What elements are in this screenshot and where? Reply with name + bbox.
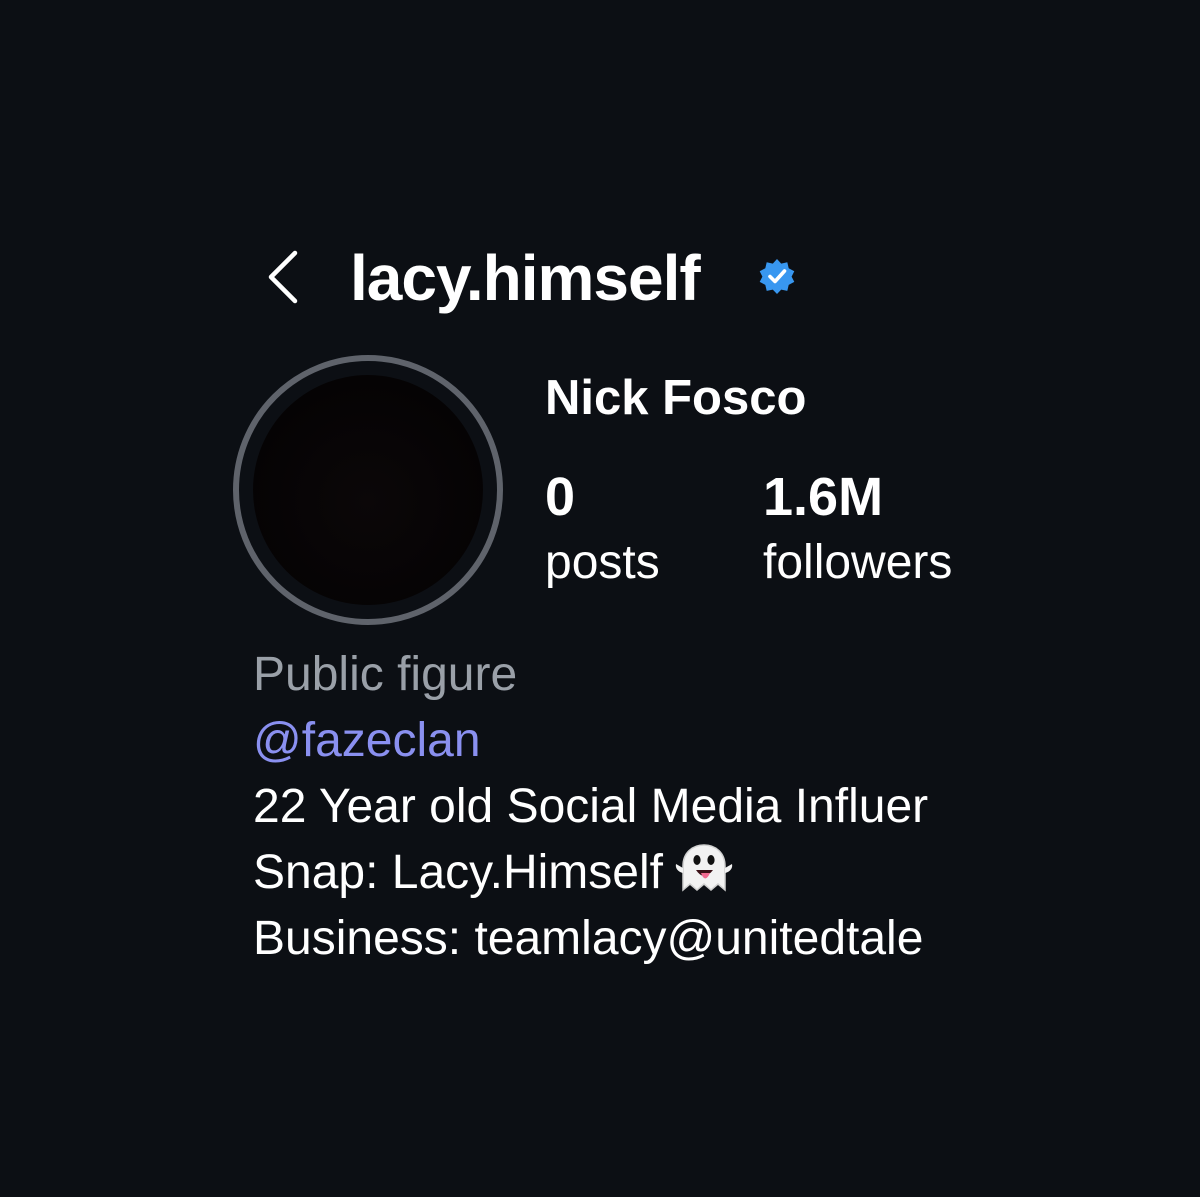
avatar[interactable] <box>233 355 503 625</box>
back-button[interactable] <box>262 248 306 306</box>
followers-count: 1.6M <box>763 467 884 527</box>
chevron-left-icon <box>268 250 298 304</box>
profile-screen: lacy.himself Nick Fosco 0 posts 1.6M fol… <box>0 0 1200 1197</box>
profile-category: Public figure <box>253 648 518 701</box>
bio-line-3: Business: teamlacy@unitedtale <box>253 912 924 965</box>
posts-stat[interactable]: 0 posts <box>545 466 660 594</box>
profile-full-name: Nick Fosco <box>545 371 807 425</box>
bio-line-1: 22 Year old Social Media Influer <box>253 780 929 833</box>
ghost-icon <box>675 844 733 892</box>
bio-snap-text: Snap: Lacy.Himself <box>253 846 663 899</box>
profile-bio: Public figure @fazeclan 22 Year old Soci… <box>253 642 990 972</box>
bio-line-2: Snap: Lacy.Himself <box>253 840 990 906</box>
followers-stat[interactable]: 1.6M followers <box>763 466 952 594</box>
verified-badge-icon <box>759 259 795 294</box>
posts-count: 0 <box>545 467 576 527</box>
avatar-image <box>253 375 483 605</box>
followers-label: followers <box>763 536 953 589</box>
profile-username: lacy.himself <box>350 242 701 314</box>
posts-label: posts <box>545 536 660 589</box>
mention-link[interactable]: @fazeclan <box>253 708 481 774</box>
